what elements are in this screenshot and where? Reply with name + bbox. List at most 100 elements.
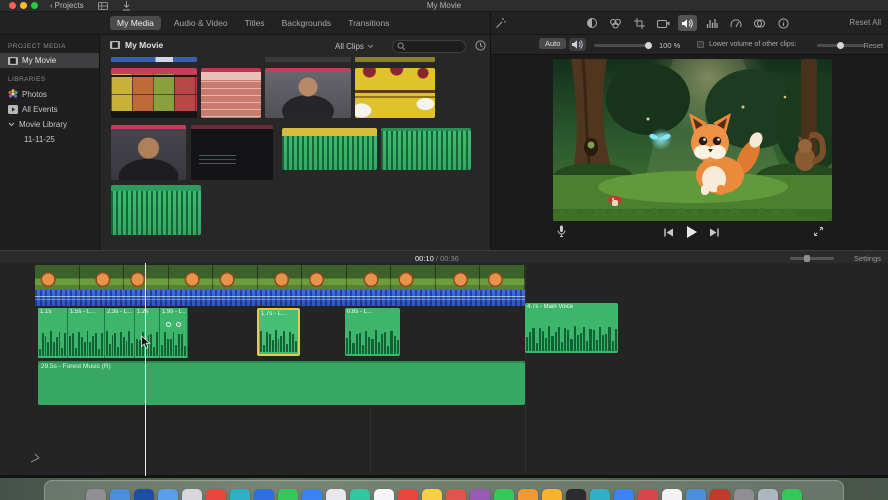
audio-clip-selected[interactable]: 1.7s - L… — [257, 308, 300, 356]
timeline-audio-segment[interactable]: 1.5s - L… — [68, 308, 105, 358]
dock-app-icon[interactable] — [302, 489, 322, 500]
filmstrip-frame[interactable] — [347, 265, 392, 290]
effects-filter-icon[interactable] — [750, 15, 769, 31]
crop-icon[interactable] — [630, 15, 649, 31]
timeline-settings-button[interactable]: Settings — [854, 254, 881, 263]
clips-filter-dropdown[interactable]: All Clips — [335, 42, 374, 51]
stabilization-icon[interactable] — [654, 15, 673, 31]
timeline-audio-segment[interactable]: 1.2s — [135, 308, 160, 358]
dock-app-icon[interactable] — [734, 489, 754, 500]
close-window-button[interactable] — [9, 2, 16, 9]
filmstrip-frame[interactable] — [213, 265, 258, 290]
import-media-icon[interactable] — [122, 1, 131, 11]
sidebar-item-photos[interactable]: Photos — [0, 86, 99, 102]
previous-frame-button[interactable] — [663, 228, 674, 237]
enhance-wand-icon[interactable] — [495, 17, 507, 29]
speed-icon[interactable] — [726, 15, 745, 31]
dock-app-icon[interactable] — [86, 489, 106, 500]
media-thumbnail-person-video-2[interactable] — [111, 125, 186, 180]
timeline-zoom-slider[interactable] — [790, 257, 834, 260]
dock-app-icon[interactable] — [590, 489, 610, 500]
dock-app-icon[interactable] — [374, 489, 394, 500]
lower-volume-slider[interactable] — [817, 44, 865, 47]
dock-app-icon[interactable] — [782, 489, 802, 500]
video-clip-audio-waveform[interactable] — [35, 290, 525, 306]
media-thumbnail-document[interactable] — [201, 68, 261, 118]
filmstrip-frame[interactable] — [391, 265, 436, 290]
dock-app-icon[interactable] — [182, 489, 202, 500]
volume-slider-knob[interactable] — [645, 42, 652, 49]
dock-app-icon[interactable] — [758, 489, 778, 500]
search-field[interactable] — [392, 40, 466, 53]
tab-audio-video[interactable]: Audio & Video — [170, 16, 232, 30]
filmstrip-frame[interactable] — [302, 265, 347, 290]
volume-icon[interactable] — [678, 15, 697, 31]
media-thumbnail-code-editor[interactable] — [191, 125, 273, 180]
tab-titles[interactable]: Titles — [241, 16, 269, 30]
minimize-window-button[interactable] — [20, 2, 27, 9]
fullscreen-icon[interactable] — [813, 226, 824, 237]
dock-app-icon[interactable] — [638, 489, 658, 500]
tab-transitions[interactable]: Transitions — [344, 16, 393, 30]
sidebar-item-movie-library[interactable]: Movie Library — [0, 117, 99, 132]
next-frame-button[interactable] — [709, 228, 720, 237]
tab-backgrounds[interactable]: Backgrounds — [278, 16, 336, 30]
auto-volume-button[interactable]: Auto — [539, 38, 566, 49]
dock-app-icon[interactable] — [254, 489, 274, 500]
tab-my-media[interactable]: My Media — [110, 16, 161, 30]
dock[interactable] — [44, 480, 844, 500]
record-voiceover-mic-icon[interactable] — [557, 225, 566, 238]
media-thumbnail-audio[interactable] — [381, 128, 471, 170]
back-to-projects-button[interactable]: ‹ Projects — [50, 1, 84, 10]
dock-app-icon[interactable] — [398, 489, 418, 500]
recents-clock-icon[interactable] — [475, 40, 486, 51]
filmstrip-frame[interactable] — [258, 265, 303, 290]
dock-app-icon[interactable] — [350, 489, 370, 500]
video-clip-filmstrip[interactable] — [35, 265, 525, 290]
volume-reset-button[interactable]: Reset — [863, 41, 883, 50]
lower-volume-knob[interactable] — [837, 42, 844, 49]
zoom-window-button[interactable] — [31, 2, 38, 9]
dock-app-icon[interactable] — [470, 489, 490, 500]
timeline-audio-segment[interactable]: 1.1s — [38, 308, 68, 358]
sidebar-item-my-movie[interactable]: My Movie — [0, 53, 99, 68]
dock-app-icon[interactable] — [614, 489, 634, 500]
playhead[interactable] — [145, 263, 146, 476]
lower-volume-checkbox[interactable] — [697, 41, 704, 48]
filmstrip-frame[interactable] — [80, 265, 125, 290]
reset-all-button[interactable]: Reset All — [849, 18, 881, 27]
dock-app-icon[interactable] — [206, 489, 226, 500]
pointer-tool-icon[interactable] — [30, 453, 40, 463]
play-button[interactable] — [686, 226, 697, 238]
dock-app-icon[interactable] — [326, 489, 346, 500]
filmstrip-frame[interactable] — [169, 265, 214, 290]
media-thumbnail-audio-selected[interactable] — [282, 128, 377, 170]
timeline-audio-segment[interactable]: 1.9s - L… — [160, 308, 188, 358]
dock-app-icon[interactable] — [542, 489, 562, 500]
media-organize-icon[interactable] — [98, 2, 108, 10]
media-thumbnail-person-video[interactable] — [265, 68, 351, 118]
mute-speaker-button[interactable] — [569, 38, 586, 51]
dock-app-icon[interactable] — [686, 489, 706, 500]
dock-app-icon[interactable] — [158, 489, 178, 500]
audio-clip[interactable]: 0.8s - L… — [345, 308, 400, 356]
color-balance-icon[interactable] — [582, 15, 601, 31]
dock-app-icon[interactable] — [422, 489, 442, 500]
main-voice-audio-clip[interactable]: 4.7s - Main Voice — [525, 303, 618, 353]
timeline-zoom-knob[interactable] — [804, 255, 810, 262]
filmstrip-frame[interactable] — [436, 265, 481, 290]
dock-app-icon[interactable] — [566, 489, 586, 500]
dock-app-icon[interactable] — [278, 489, 298, 500]
dock-app-icon[interactable] — [134, 489, 154, 500]
sidebar-item-all-events[interactable]: All Events — [0, 102, 99, 117]
clip-info-icon[interactable] — [774, 15, 793, 31]
volume-slider[interactable] — [594, 44, 652, 47]
filmstrip-frame[interactable] — [35, 265, 80, 290]
timeline-audio-segment[interactable]: 2.3s - L… — [105, 308, 135, 358]
color-correction-icon[interactable] — [606, 15, 625, 31]
media-thumbnail-web-collage[interactable] — [111, 68, 197, 118]
search-input[interactable] — [406, 43, 462, 50]
dock-app-icon[interactable] — [230, 489, 250, 500]
media-thumbnail-audio-wide[interactable] — [111, 185, 201, 235]
sidebar-item-11-11-25[interactable]: 11-11-25 — [0, 132, 99, 147]
